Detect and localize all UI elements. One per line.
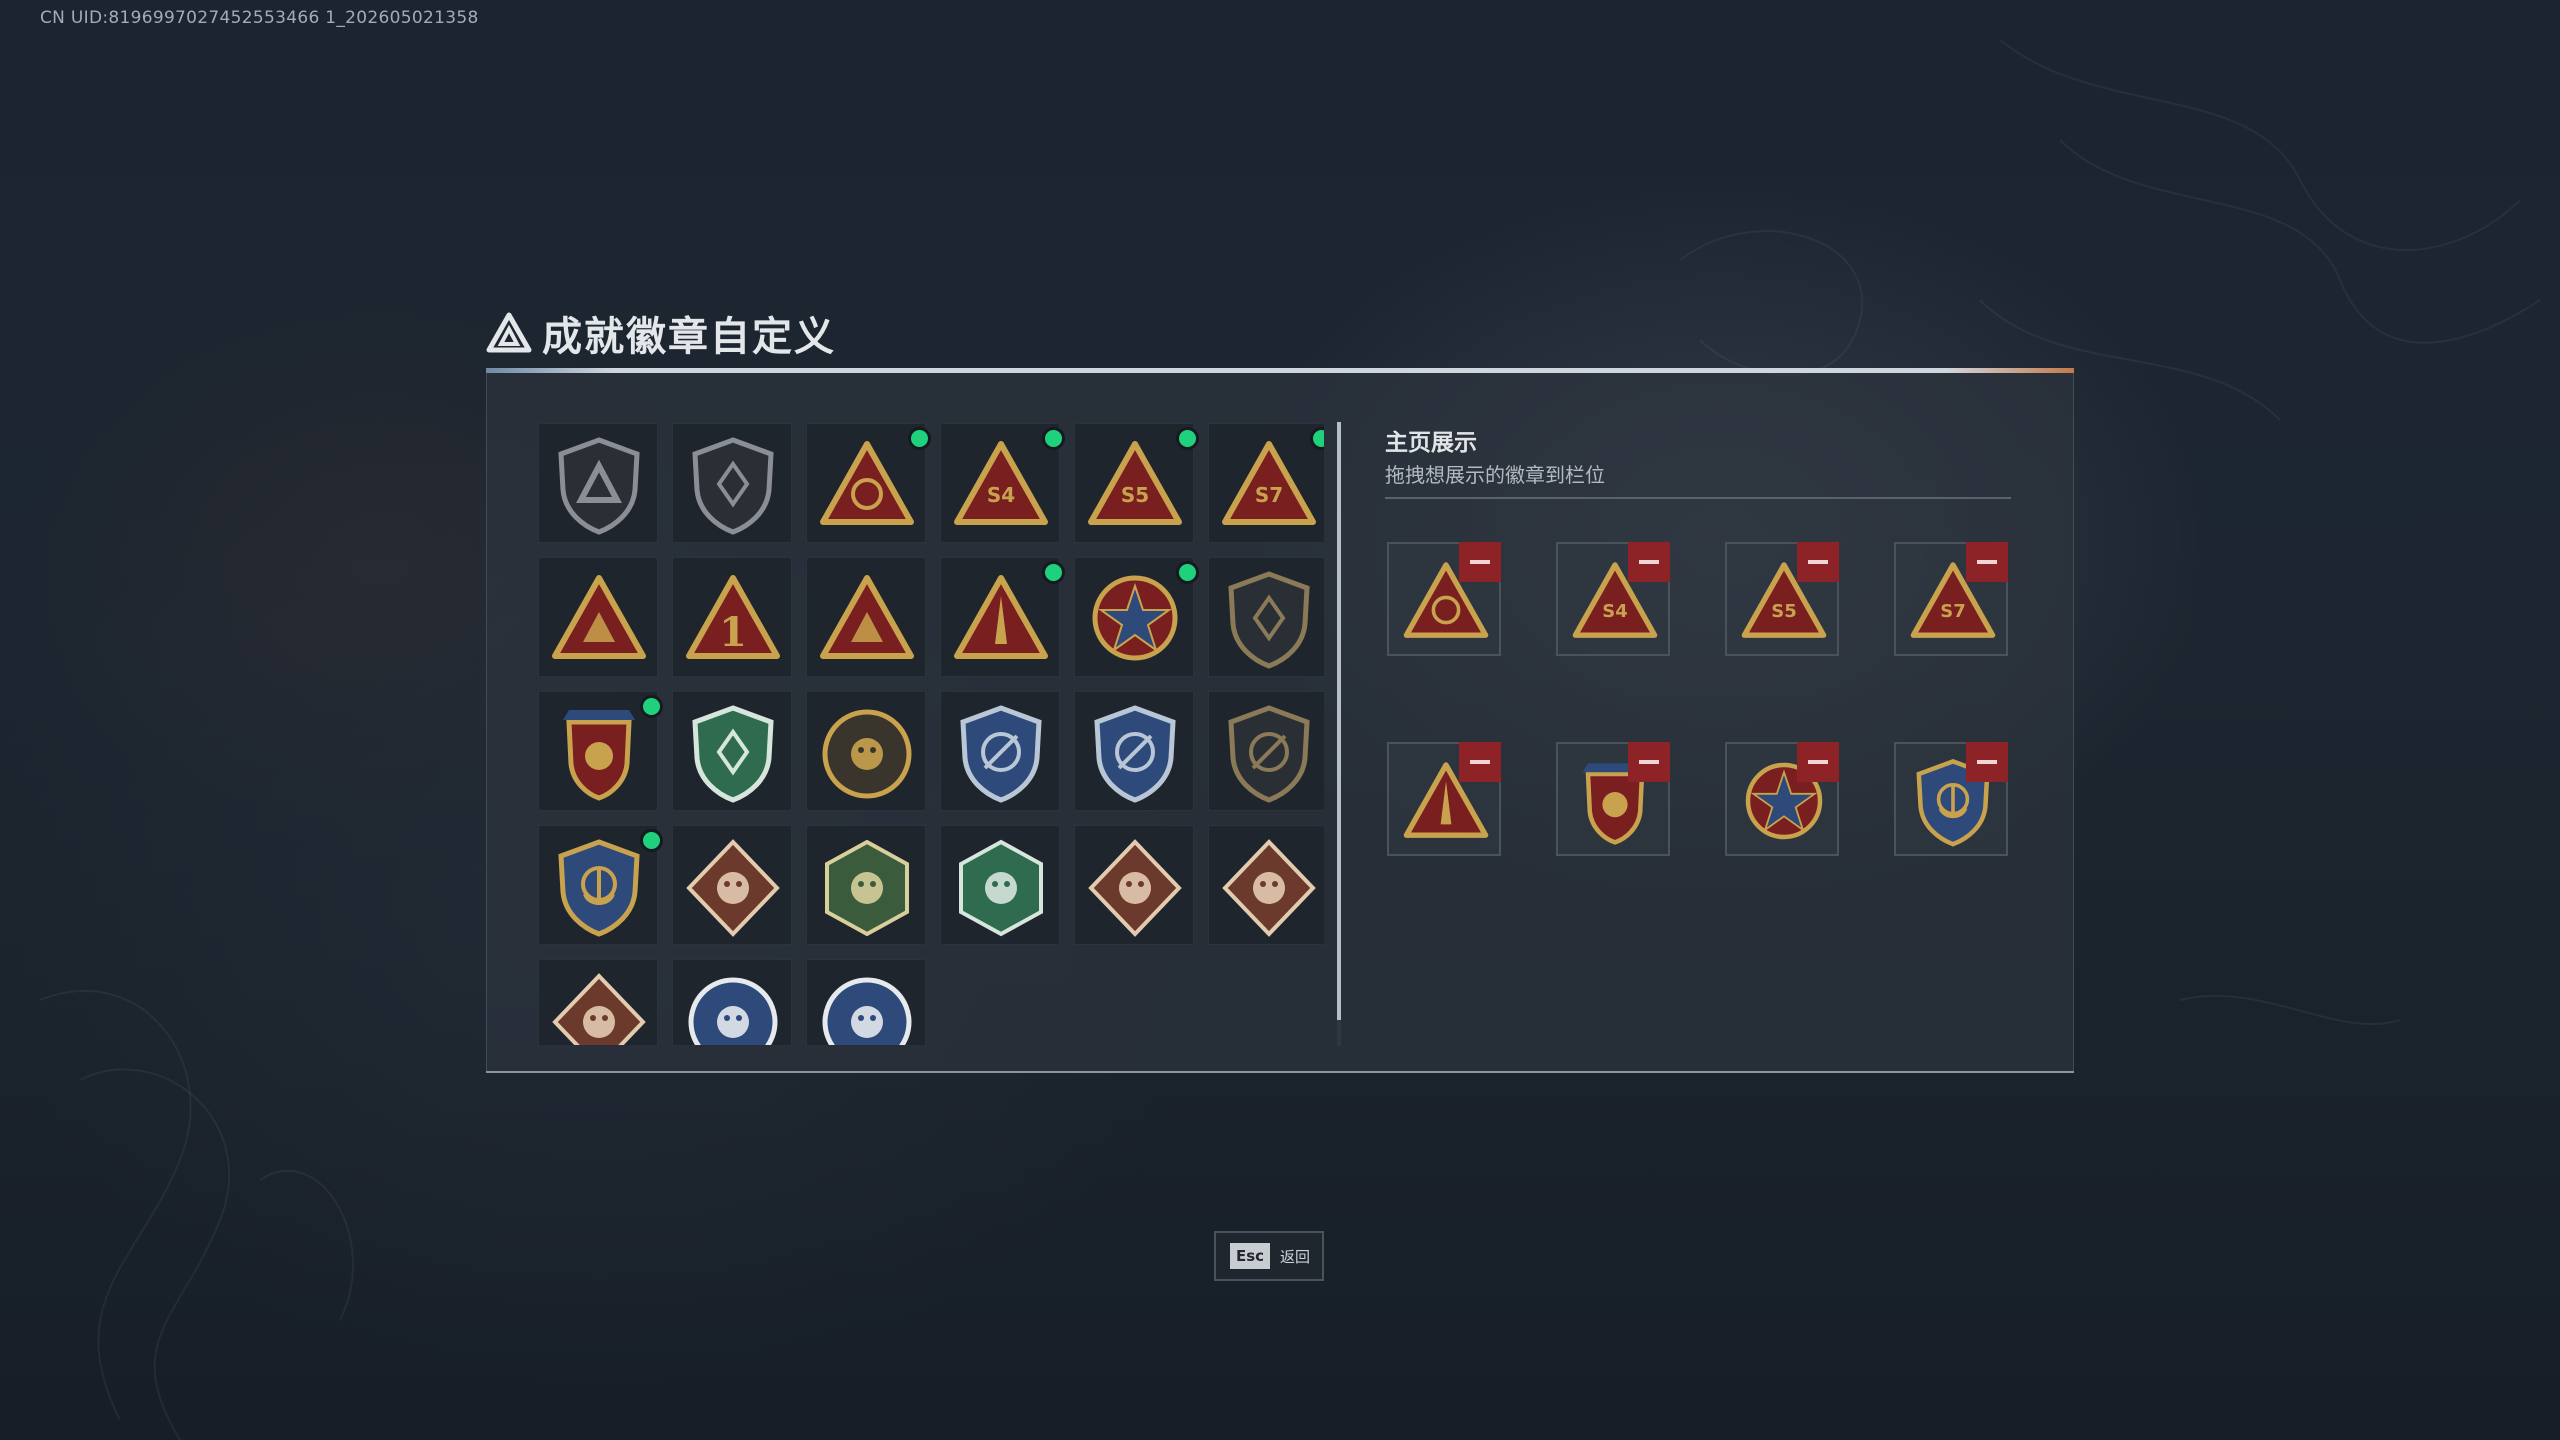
wolf-circle-2-badge-icon bbox=[822, 977, 912, 1045]
badge-slot[interactable] bbox=[1208, 557, 1324, 677]
remove-badge-button[interactable] bbox=[1628, 742, 1670, 782]
new-indicator-dot bbox=[1176, 561, 1199, 584]
display-section-divider bbox=[1385, 497, 2011, 499]
remove-badge-button[interactable] bbox=[1797, 542, 1839, 582]
badge-slot[interactable] bbox=[672, 825, 792, 945]
svg-text:S7: S7 bbox=[1255, 483, 1283, 507]
wolf-diamond-badge-icon bbox=[686, 839, 780, 937]
s4-emblem-badge-icon: S4 bbox=[954, 441, 1048, 525]
wasp-hexagon-badge-icon bbox=[825, 839, 909, 937]
badge-slot[interactable]: S7 bbox=[1208, 423, 1324, 543]
badge-slot[interactable] bbox=[1074, 691, 1194, 811]
badge-slot[interactable] bbox=[940, 825, 1060, 945]
display-slot[interactable] bbox=[1894, 742, 2008, 856]
page-title: 成就徽章自定义 bbox=[542, 314, 836, 360]
crest-badge-icon bbox=[563, 710, 635, 801]
panel-bottom-border bbox=[486, 1071, 2074, 1073]
blue-crosshair-shield-2-badge-icon bbox=[1094, 705, 1176, 803]
runner-diamond-badge-icon bbox=[552, 973, 646, 1045]
svg-text:S7: S7 bbox=[1940, 601, 1966, 622]
remove-badge-button[interactable] bbox=[1966, 542, 2008, 582]
badge-slot[interactable]: S5 bbox=[1074, 423, 1199, 543]
badge-slot[interactable] bbox=[672, 959, 792, 1045]
new-indicator-dot bbox=[1042, 427, 1065, 450]
badge-slot[interactable]: 1 bbox=[672, 557, 792, 677]
svg-text:S4: S4 bbox=[1602, 601, 1628, 622]
display-slot[interactable] bbox=[1387, 542, 1501, 656]
remove-badge-button[interactable] bbox=[1459, 742, 1501, 782]
badge-slot[interactable] bbox=[1208, 691, 1324, 811]
badge-grid[interactable]: S4 S5 S7 1 bbox=[538, 423, 1324, 1045]
svg-text:S5: S5 bbox=[1771, 601, 1797, 622]
display-slot[interactable] bbox=[1387, 742, 1501, 856]
badge-slot[interactable] bbox=[806, 557, 926, 677]
uid-watermark: CN UID:8196997027452553466 1_20260502135… bbox=[40, 8, 479, 28]
badge-slot[interactable] bbox=[1074, 557, 1199, 677]
badge-slot[interactable] bbox=[672, 423, 792, 543]
badge-slot[interactable] bbox=[538, 423, 658, 543]
new-indicator-dot bbox=[640, 829, 663, 852]
navy-anchor-shield-badge-icon bbox=[558, 839, 640, 937]
display-slot[interactable]: S4 bbox=[1556, 542, 1670, 656]
svg-text:S5: S5 bbox=[1121, 483, 1149, 507]
crosshair-shield-badge-icon bbox=[1228, 705, 1310, 803]
round-emblem-badge-icon bbox=[822, 709, 912, 799]
badge-slot[interactable] bbox=[940, 557, 1065, 677]
missile-triangle-badge-icon bbox=[954, 575, 1048, 659]
display-slot[interactable]: S5 bbox=[1725, 542, 1839, 656]
badge-slot[interactable] bbox=[672, 691, 792, 811]
remove-badge-button[interactable] bbox=[1797, 742, 1839, 782]
blue-crosshair-shield-badge-icon bbox=[960, 705, 1042, 803]
badge-slot[interactable] bbox=[538, 825, 663, 945]
badge-slot[interactable] bbox=[538, 691, 663, 811]
wolf-circle-badge-icon bbox=[688, 977, 778, 1045]
s5-emblem-badge-icon: S5 bbox=[1088, 441, 1182, 525]
badge-slot[interactable] bbox=[806, 959, 926, 1045]
display-section-title: 主页展示 bbox=[1385, 430, 1477, 456]
new-indicator-dot bbox=[1176, 427, 1199, 450]
svg-text:S4: S4 bbox=[987, 483, 1015, 507]
hand-sign-triangle-badge-icon bbox=[552, 575, 646, 659]
display-slot[interactable] bbox=[1556, 742, 1670, 856]
shield-triangle-badge-icon bbox=[558, 437, 640, 535]
badge-slot[interactable]: S4 bbox=[940, 423, 1065, 543]
triangle-logo-icon bbox=[486, 312, 532, 353]
green-hexagon-badge-icon bbox=[959, 839, 1043, 937]
dragon-diamond-badge-icon bbox=[1088, 839, 1182, 937]
new-indicator-dot bbox=[640, 695, 663, 718]
back-button[interactable]: Esc 返回 bbox=[1214, 1231, 1324, 1281]
badge-slot[interactable] bbox=[1074, 825, 1194, 945]
triangle-globe-badge-icon bbox=[820, 441, 914, 525]
new-indicator-dot bbox=[908, 427, 931, 450]
page-title-row: 成就徽章自定义 bbox=[486, 308, 836, 360]
number-one-triangle-badge-icon: 1 bbox=[686, 575, 780, 659]
scrollbar-thumb[interactable] bbox=[1337, 422, 1341, 1020]
remove-badge-button[interactable] bbox=[1966, 742, 2008, 782]
esc-key-hint: Esc bbox=[1230, 1243, 1270, 1269]
display-section-subtitle: 拖拽想展示的徽章到栏位 bbox=[1385, 463, 1605, 487]
badge-slot[interactable] bbox=[806, 691, 926, 811]
display-slot[interactable] bbox=[1725, 742, 1839, 856]
badge-slot[interactable] bbox=[806, 423, 931, 543]
dark-shield-badge-icon bbox=[1228, 571, 1310, 669]
green-shield-badge-icon bbox=[692, 705, 774, 803]
svg-text:1: 1 bbox=[719, 609, 747, 656]
helicopter-shield-badge-icon bbox=[692, 437, 774, 535]
display-slot[interactable]: S7 bbox=[1894, 542, 2008, 656]
badge-slot[interactable] bbox=[1208, 825, 1324, 945]
badge-slot[interactable] bbox=[940, 691, 1060, 811]
badge-slot[interactable] bbox=[538, 557, 658, 677]
star-skull-badge-icon bbox=[1092, 575, 1178, 661]
dragon-diamond-2-badge-icon bbox=[1222, 839, 1316, 937]
badge-slot[interactable] bbox=[806, 825, 926, 945]
remove-badge-button[interactable] bbox=[1628, 542, 1670, 582]
s7-emblem-badge-icon: S7 bbox=[1222, 441, 1316, 525]
badge-slot[interactable] bbox=[538, 959, 658, 1045]
remove-badge-button[interactable] bbox=[1459, 542, 1501, 582]
figures-triangle-badge-icon bbox=[820, 575, 914, 659]
back-label: 返回 bbox=[1280, 1247, 1311, 1266]
new-indicator-dot bbox=[1042, 561, 1065, 584]
